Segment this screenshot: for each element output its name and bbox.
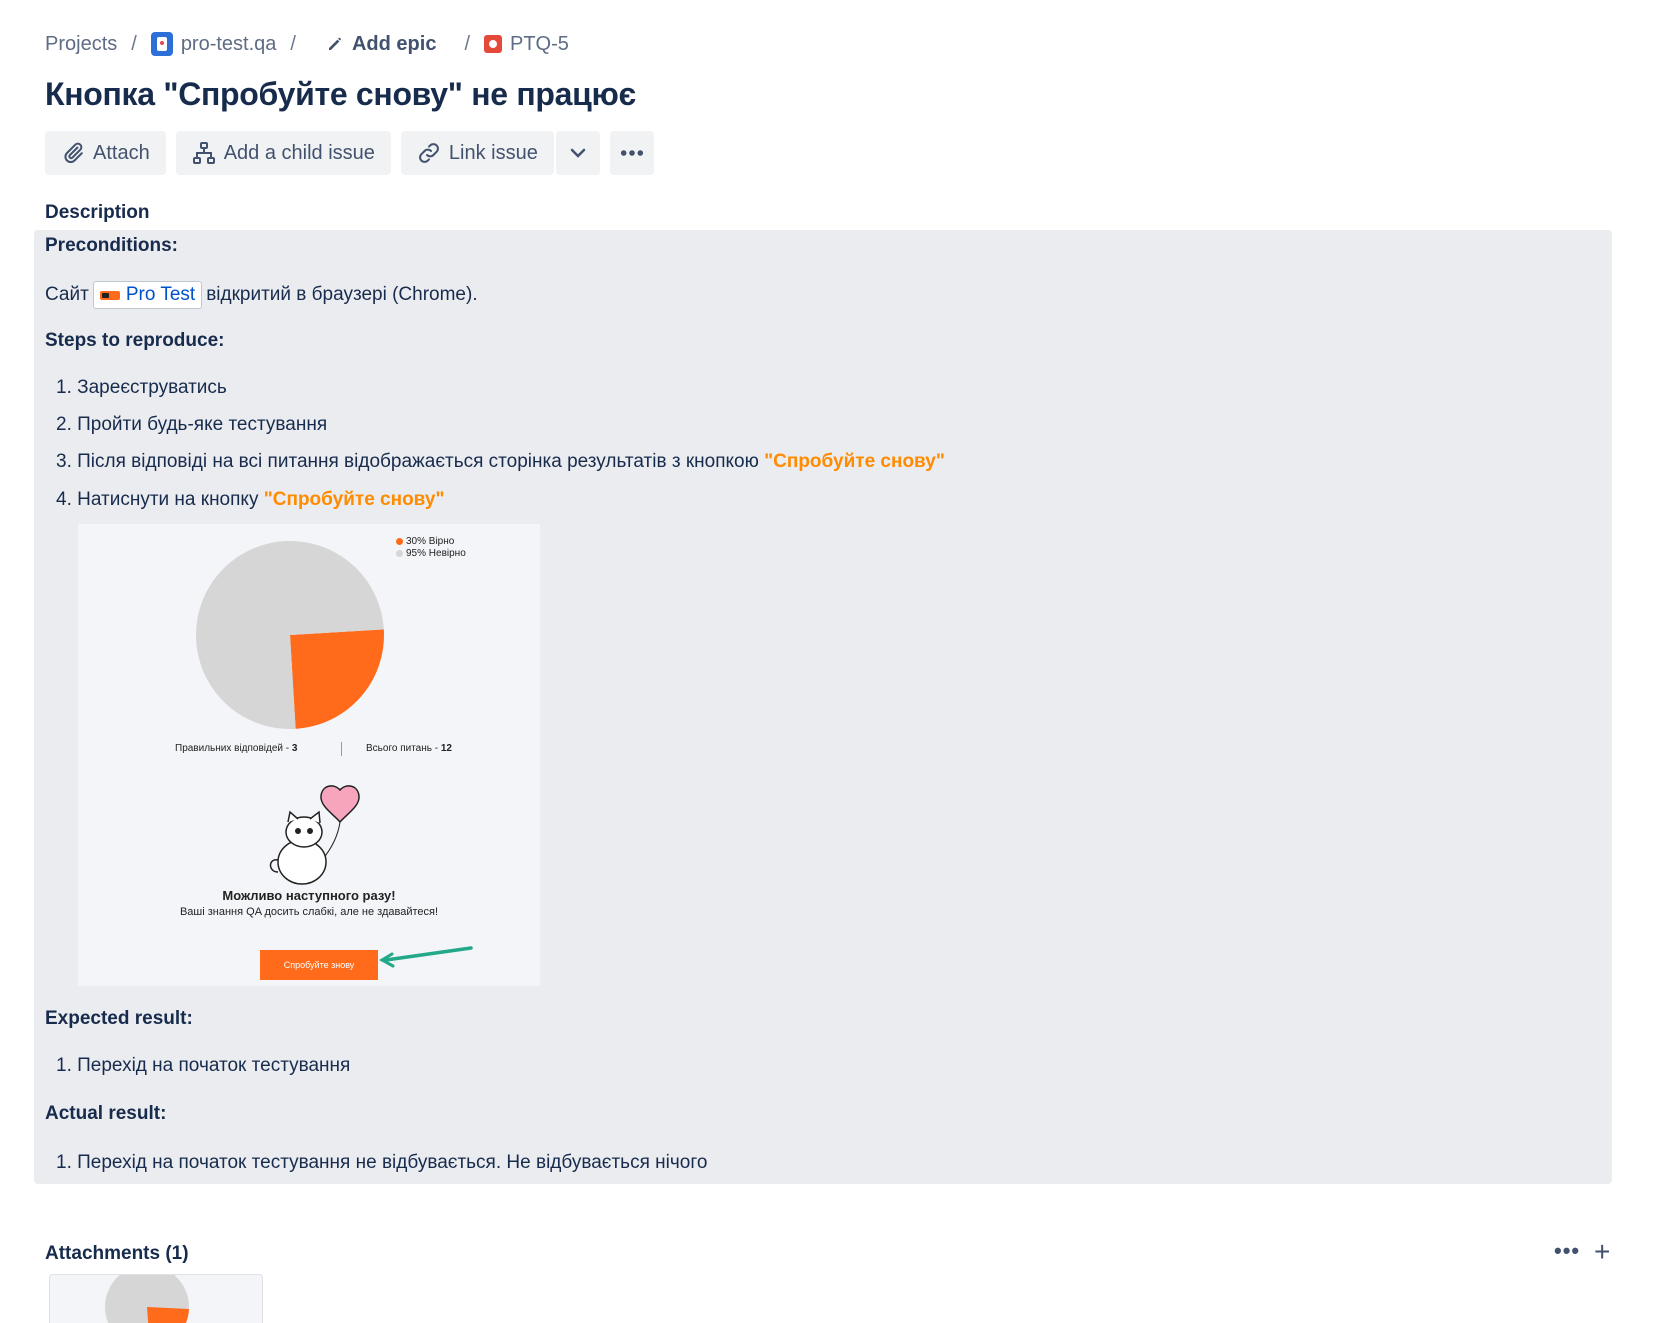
more-icon (620, 150, 643, 156)
link-issue-split: Link issue (400, 131, 600, 175)
list-item: 4. Натиснути на кнопку "Спробуйте снову" (56, 489, 444, 511)
add-child-issue-button[interactable]: Add a child issue (175, 131, 391, 175)
description-heading: Description (45, 202, 150, 223)
pencil-icon (328, 37, 341, 50)
attachment-thumbnail[interactable] (49, 1274, 263, 1323)
step-text: Зареєструватись (77, 377, 227, 398)
total-questions-value: 12 (440, 743, 452, 754)
hierarchy-icon (192, 142, 215, 164)
site-suffix: відкритий в браузері (Chrome). (206, 284, 478, 305)
correct-answers-stat: Правильних відповідей - 3 (175, 743, 297, 754)
result-subheading: Ваші знання QA досить слабкі, але не зда… (179, 906, 439, 918)
precondition-line: Сайт Pro Test відкритий в браузері (Chro… (45, 281, 478, 309)
attach-label: Attach (93, 141, 150, 164)
list-item: 1. Перехід на початок тестування (56, 1055, 350, 1077)
breadcrumb-separator: / (290, 32, 296, 55)
bug-icon (484, 35, 502, 53)
breadcrumb-issue[interactable]: PTQ-5 (484, 33, 569, 56)
correct-answers-value: 3 (291, 743, 298, 754)
breadcrumb-separator: / (131, 32, 137, 55)
list-item: 2. Пройти будь-яке тестування (56, 414, 327, 436)
actual-label: Actual result: (45, 1103, 167, 1124)
list-number: 2. (56, 414, 72, 435)
link-issue-button[interactable]: Link issue (400, 131, 554, 175)
site-prefix: Сайт (45, 284, 89, 305)
step-text: Натиснути на кнопку (77, 489, 259, 510)
link-issue-label: Link issue (448, 141, 538, 164)
list-item: 3. Після відповіді на всі питання відобр… (56, 451, 945, 473)
attachments-add-icon[interactable]: + (1594, 1236, 1610, 1268)
steps-label: Steps to reproduce: (45, 330, 225, 351)
breadcrumb: Projects / pro-test.qa / Add epic / PTQ-… (45, 30, 569, 58)
pro-test-link-label: Pro Test (125, 284, 196, 305)
retry-button[interactable]: Спробуйте знову (260, 950, 378, 980)
issue-toolbar: Attach Add a child issue Link issue (45, 131, 654, 175)
legend-wrong-swatch (396, 549, 403, 557)
list-number: 1. (56, 1055, 72, 1076)
step-text: Після відповіді на всі питання відобража… (77, 451, 759, 472)
add-child-label: Add a child issue (223, 141, 375, 164)
site-favicon-icon (99, 290, 120, 300)
paperclip-icon (64, 142, 83, 164)
list-number: 1. (56, 1152, 72, 1173)
expected-text: Перехід на початок тестування (77, 1055, 351, 1076)
chevron-down-icon (570, 148, 586, 158)
legend-correct: 30% Вірно (396, 536, 454, 547)
attach-button[interactable]: Attach (45, 131, 166, 175)
stats-divider (341, 742, 342, 756)
total-questions-label: Всього питань - (366, 743, 441, 754)
issue-title[interactable]: Кнопка "Спробуйте снову" не працює (45, 76, 636, 113)
legend-wrong: 95% Невірно (396, 548, 466, 559)
step-highlight: "Спробуйте снову" (764, 451, 945, 472)
correct-answers-label: Правильних відповідей - (175, 743, 292, 754)
link-issue-dropdown[interactable] (555, 131, 600, 175)
thumbnail-pie (105, 1275, 189, 1323)
pie-slice-correct (290, 629, 384, 729)
result-pie-chart (196, 541, 384, 729)
embedded-screenshot[interactable]: 30% Вірно 95% Невірно Правильних відпові… (78, 524, 540, 986)
list-number: 1. (56, 377, 72, 398)
breadcrumb-separator: / (464, 32, 470, 55)
attachments-more-icon[interactable]: ••• (1554, 1238, 1580, 1264)
list-number: 3. (56, 451, 72, 472)
add-epic-label: Add epic (351, 32, 437, 55)
attachments-heading: Attachments (1) (45, 1243, 189, 1264)
legend-wrong-label: 95% Невірно (406, 548, 466, 559)
preconditions-label: Preconditions: (45, 235, 179, 256)
cat-balloon-illustration (269, 785, 360, 885)
add-epic-button[interactable]: Add epic (326, 33, 436, 56)
total-questions-stat: Всього питань - 12 (366, 743, 452, 754)
list-item: 1. Зареєструватись (56, 377, 227, 399)
list-item: 1. Перехід на початок тестування не відб… (56, 1152, 707, 1174)
legend-correct-label: 30% Вірно (406, 536, 455, 547)
breadcrumb-project-label: pro-test.qa (180, 32, 277, 55)
pro-test-link[interactable]: Pro Test (92, 281, 203, 309)
more-actions-button[interactable] (609, 131, 654, 175)
legend-correct-swatch (396, 537, 403, 545)
project-avatar-icon (150, 32, 173, 56)
step-text: Пройти будь-яке тестування (77, 414, 328, 435)
annotation-arrow (378, 946, 473, 968)
step-highlight: "Спробуйте снову" (263, 489, 445, 510)
list-number: 4. (56, 489, 72, 510)
link-icon (419, 143, 439, 163)
expected-label: Expected result: (45, 1008, 193, 1029)
issue-key: PTQ-5 (510, 32, 569, 55)
actual-text: Перехід на початок тестування не відбува… (77, 1152, 708, 1173)
breadcrumb-project[interactable]: pro-test.qa (150, 32, 277, 56)
result-heading: Можливо наступного разу! (222, 888, 396, 903)
breadcrumb-projects[interactable]: Projects (45, 33, 117, 56)
